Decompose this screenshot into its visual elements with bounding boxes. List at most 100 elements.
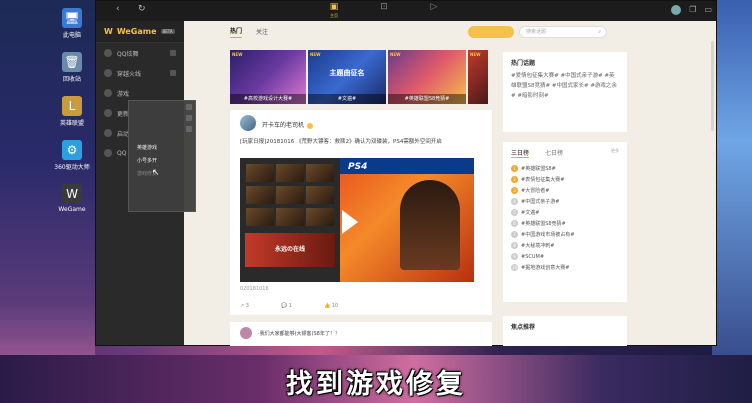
rank-row[interactable]: 9 #SCUM# <box>511 252 619 263</box>
post-actions: ↗ 3 💬 1 👍 10 <box>240 303 338 309</box>
rank-row[interactable]: 8 #大秘境冲刺# <box>511 241 619 252</box>
context-menu-item[interactable] <box>129 194 195 207</box>
rank-topic: #SCUM# <box>521 254 545 260</box>
comment-button[interactable]: 💬 1 <box>281 303 292 309</box>
share-count: 3 <box>245 303 249 309</box>
rank-row[interactable]: 4 #中国式亲子游# <box>511 197 619 208</box>
wegame-icon: W <box>62 184 82 204</box>
desktop-icon-label: 此电脑 <box>62 32 81 39</box>
rank-number: 8 <box>511 242 518 249</box>
focus-title: 焦点推荐 <box>511 324 536 331</box>
banner-carousel: NEW #高校游戏设计大赛# NEW 主题曲征名 #文遍# NEW #英雄联盟S8竞猜# NE… <box>230 50 500 104</box>
hot-topics-panel: 热门话题 #爱情包征集大赛# #中国式亲子游# #英雄联盟S8竞猜# #中国式家… <box>503 52 627 132</box>
rank-number: 2 <box>511 176 518 183</box>
share-button[interactable]: ↗ 3 <box>240 303 249 309</box>
desktop-icon-wegame[interactable]: W WeGame <box>53 184 91 213</box>
context-menu-item[interactable] <box>129 181 195 194</box>
banner-caption: #文遍# <box>308 94 386 104</box>
desktop-computer-icon: 🖥 <box>62 8 82 28</box>
post-2-text: ·我们大家都能够(大镖客)S8年了！！ <box>258 331 340 337</box>
ps4-logo: PS4 <box>348 162 368 172</box>
rank-tabs: 三日榜 七日榜 更多 <box>503 142 627 162</box>
like-button[interactable]: 👍 10 <box>324 303 338 309</box>
rank-row[interactable]: 5 #文遍# <box>511 208 619 219</box>
like-count: 10 <box>331 303 339 309</box>
search-input[interactable]: 搜索话题 ⌕ <box>519 26 607 38</box>
post-card-2[interactable]: ·我们大家都能够(大镖客)S8年了！！ <box>230 322 492 346</box>
create-post-button[interactable] <box>468 26 514 38</box>
rank-number: 7 <box>511 231 518 238</box>
rank-topic: #英雄联盟S8竞猜# <box>521 221 566 227</box>
360-driver-icon: ⚙ <box>62 140 82 160</box>
rank-row[interactable]: 1 #英雄联盟S8# <box>511 164 619 175</box>
rank-row[interactable]: 6 #英雄联盟S8竞猜# <box>511 219 619 230</box>
rank-number: 1 <box>511 165 518 172</box>
league-icon: L <box>62 96 82 116</box>
rank-topic: #中国式亲子游# <box>521 199 560 205</box>
new-badge: NEW <box>390 52 401 57</box>
comment-count: 1 <box>288 303 292 309</box>
focus-panel: 焦点推荐 <box>503 316 627 346</box>
desktop-icon-360-driver[interactable]: ⚙ 360驱动大师 <box>53 140 91 171</box>
vip-badge-icon <box>307 122 314 129</box>
new-badge: NEW <box>470 52 481 57</box>
pin-icon[interactable] <box>186 115 192 121</box>
desktop-icon-label: 英雄联盟 <box>59 120 84 127</box>
pin-icon[interactable] <box>186 126 192 132</box>
mouse-cursor-icon: ↖ <box>152 168 160 178</box>
cowboy-figure <box>400 180 460 270</box>
rank-number: 5 <box>511 209 518 216</box>
banner-item[interactable]: NEW #英雄联盟S8竞猜# <box>388 50 466 104</box>
search-icon: ⌕ <box>598 29 601 35</box>
rank-number: 3 <box>511 187 518 194</box>
new-badge: NEW <box>310 52 321 57</box>
desktop-background-right <box>712 0 752 403</box>
rank-number: 10 <box>511 264 518 271</box>
image-thumbnails <box>245 163 335 229</box>
author-name-text: 开卡车的老司机 <box>262 122 305 129</box>
rank-topic: #大秘境冲刺# <box>521 243 555 249</box>
rank-row[interactable]: 3 #大冒险者# <box>511 186 619 197</box>
rank-topic: #表情包征集大赛# <box>521 177 565 183</box>
context-menu-item[interactable]: 游戏修复 <box>129 168 195 181</box>
feed-tab[interactable]: 热门 <box>230 26 243 38</box>
banner-item[interactable]: NEW #高校游戏设计大赛# <box>230 50 306 104</box>
rank-number: 4 <box>511 198 518 205</box>
banner-item[interactable]: NEW 主题曲征名 #文遍# <box>308 50 386 104</box>
desktop-icon-desktop-computer[interactable]: 🖥 此电脑 <box>53 8 91 39</box>
banner-item[interactable]: NEW <box>468 50 488 104</box>
rank-list: 1 #英雄联盟S8# 2 #表情包征集大赛# 3 #大冒险者# 4 #中国式亲子游# 5 #文遍#… <box>503 162 627 276</box>
rank-more-link[interactable]: 更多 <box>611 148 619 154</box>
banner-caption: #高校游戏设计大赛# <box>230 94 306 104</box>
rank-row[interactable]: 10 #掘地游戏创意大赛# <box>511 263 619 274</box>
rank-topic: #掘地游戏创意大赛# <box>521 265 570 271</box>
post-text: [玩家日报]20181016 《荒野大镖客：救赎2》确认为双碟装，PS4需额外空… <box>240 139 442 145</box>
rank-topic: #文遍# <box>521 210 540 216</box>
search-placeholder: 搜索话题 <box>526 29 547 35</box>
author-avatar-2[interactable] <box>240 327 252 339</box>
author-avatar[interactable] <box>240 115 256 131</box>
desktop-icon-recycle-bin[interactable]: 🗑 回收站 <box>53 52 91 83</box>
rank-number: 9 <box>511 253 518 260</box>
rank-topic: #中国游戏市场被占有# <box>521 232 575 238</box>
post-card[interactable]: 开卡车的老司机 [玩家日报]20181016 《荒野大镖客：救赎2》确认为双碟装… <box>230 110 492 315</box>
rank-tab[interactable]: 三日榜 <box>511 148 530 158</box>
pin-icon[interactable] <box>186 104 192 110</box>
feed-tab[interactable]: 关注 <box>256 27 268 38</box>
rank-panel: 三日榜 七日榜 更多 1 #英雄联盟S8# 2 #表情包征集大赛# 3 #大冒险者# 4 #中国式… <box>503 142 627 302</box>
rank-topic: #英雄联盟S8# <box>521 166 556 172</box>
hot-topics-title: 热门话题 <box>511 60 536 67</box>
recycle-bin-icon: 🗑 <box>62 52 82 72</box>
rank-number: 6 <box>511 220 518 227</box>
desktop-icon-label: 360驱动大师 <box>54 164 90 171</box>
desktop-icon-league[interactable]: L 英雄联盟 <box>53 96 91 127</box>
desktop-icon-label: 回收站 <box>62 76 81 83</box>
hot-topics-tags[interactable]: #爱情包征集大赛# #中国式亲子游# #英雄联盟S8竞猜# #中国式家长# #游… <box>503 71 627 101</box>
rank-tab[interactable]: 七日榜 <box>545 148 563 158</box>
rank-row[interactable]: 2 #表情包征集大赛# <box>511 175 619 186</box>
author-name[interactable]: 开卡车的老司机 <box>262 120 314 129</box>
rank-row[interactable]: 7 #中国游戏市场被占有# <box>511 230 619 241</box>
image-red-banner: 永远の在线 <box>245 233 335 267</box>
play-arrow-icon <box>342 210 358 234</box>
post-image[interactable]: 永远の在线 PS4 <box>240 158 474 282</box>
